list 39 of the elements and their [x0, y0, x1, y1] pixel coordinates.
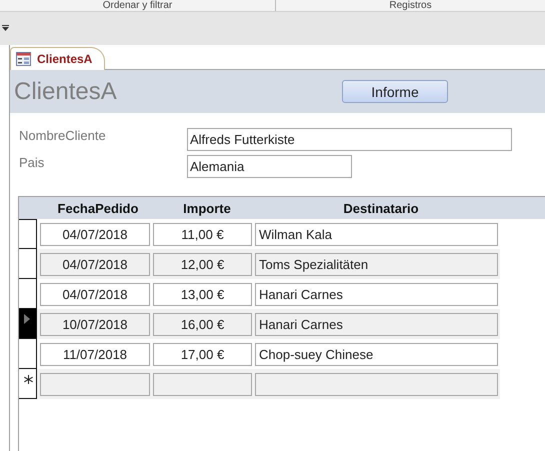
record-selector[interactable] — [19, 369, 37, 399]
text-field[interactable]: Alemania — [187, 155, 352, 178]
current-record-icon — [23, 314, 31, 324]
table-cell[interactable]: Toms Spezialitäten — [255, 252, 498, 276]
report-button[interactable]: Informe — [342, 80, 448, 103]
form-icon — [16, 52, 31, 66]
group-label: Registros — [389, 0, 432, 11]
record-selector[interactable] — [19, 339, 37, 369]
table-cell[interactable]: 13,00 € — [153, 282, 252, 306]
table-cell[interactable]: Hanari Carnes — [255, 282, 498, 306]
column-header: Destinatario — [342, 200, 420, 216]
column-header: FechaPedido — [56, 200, 140, 216]
column-header: Importe — [182, 200, 232, 216]
table-cell[interactable]: Chop-suey Chinese — [255, 342, 498, 366]
form-tab[interactable]: ClientesA — [10, 47, 106, 70]
table-cell[interactable]: Hanari Carnes — [255, 312, 498, 336]
text-field[interactable]: Alfreds Futterkiste — [187, 128, 512, 151]
table-cell[interactable]: Wilman Kala — [255, 222, 498, 246]
group-label: Ordenar y filtrar — [102, 0, 172, 11]
table-cell[interactable]: 16,00 € — [153, 312, 252, 336]
dropdown-icon[interactable] — [2, 25, 9, 31]
record-selector[interactable] — [19, 249, 37, 279]
table-cell[interactable] — [255, 372, 498, 396]
table-cell[interactable]: 11,00 € — [153, 222, 252, 246]
asterisk-icon — [24, 375, 33, 384]
table-cell[interactable]: 17,00 € — [153, 342, 252, 366]
record-selector[interactable] — [19, 219, 37, 249]
table-cell[interactable] — [153, 372, 252, 396]
table-cell[interactable]: 04/07/2018 — [40, 282, 150, 306]
table-cell[interactable] — [40, 372, 150, 396]
form-title: ClientesA — [14, 78, 118, 106]
table-cell[interactable]: 04/07/2018 — [40, 222, 150, 246]
record-selector[interactable] — [19, 279, 37, 309]
table-cell[interactable]: 04/07/2018 — [40, 252, 150, 276]
field-label: NombreCliente — [19, 128, 107, 143]
field-label: Pais — [19, 155, 46, 170]
table-cell[interactable]: 11/07/2018 — [40, 342, 150, 366]
table-cell[interactable]: 12,00 € — [153, 252, 252, 276]
table-cell[interactable]: 10/07/2018 — [40, 312, 150, 336]
